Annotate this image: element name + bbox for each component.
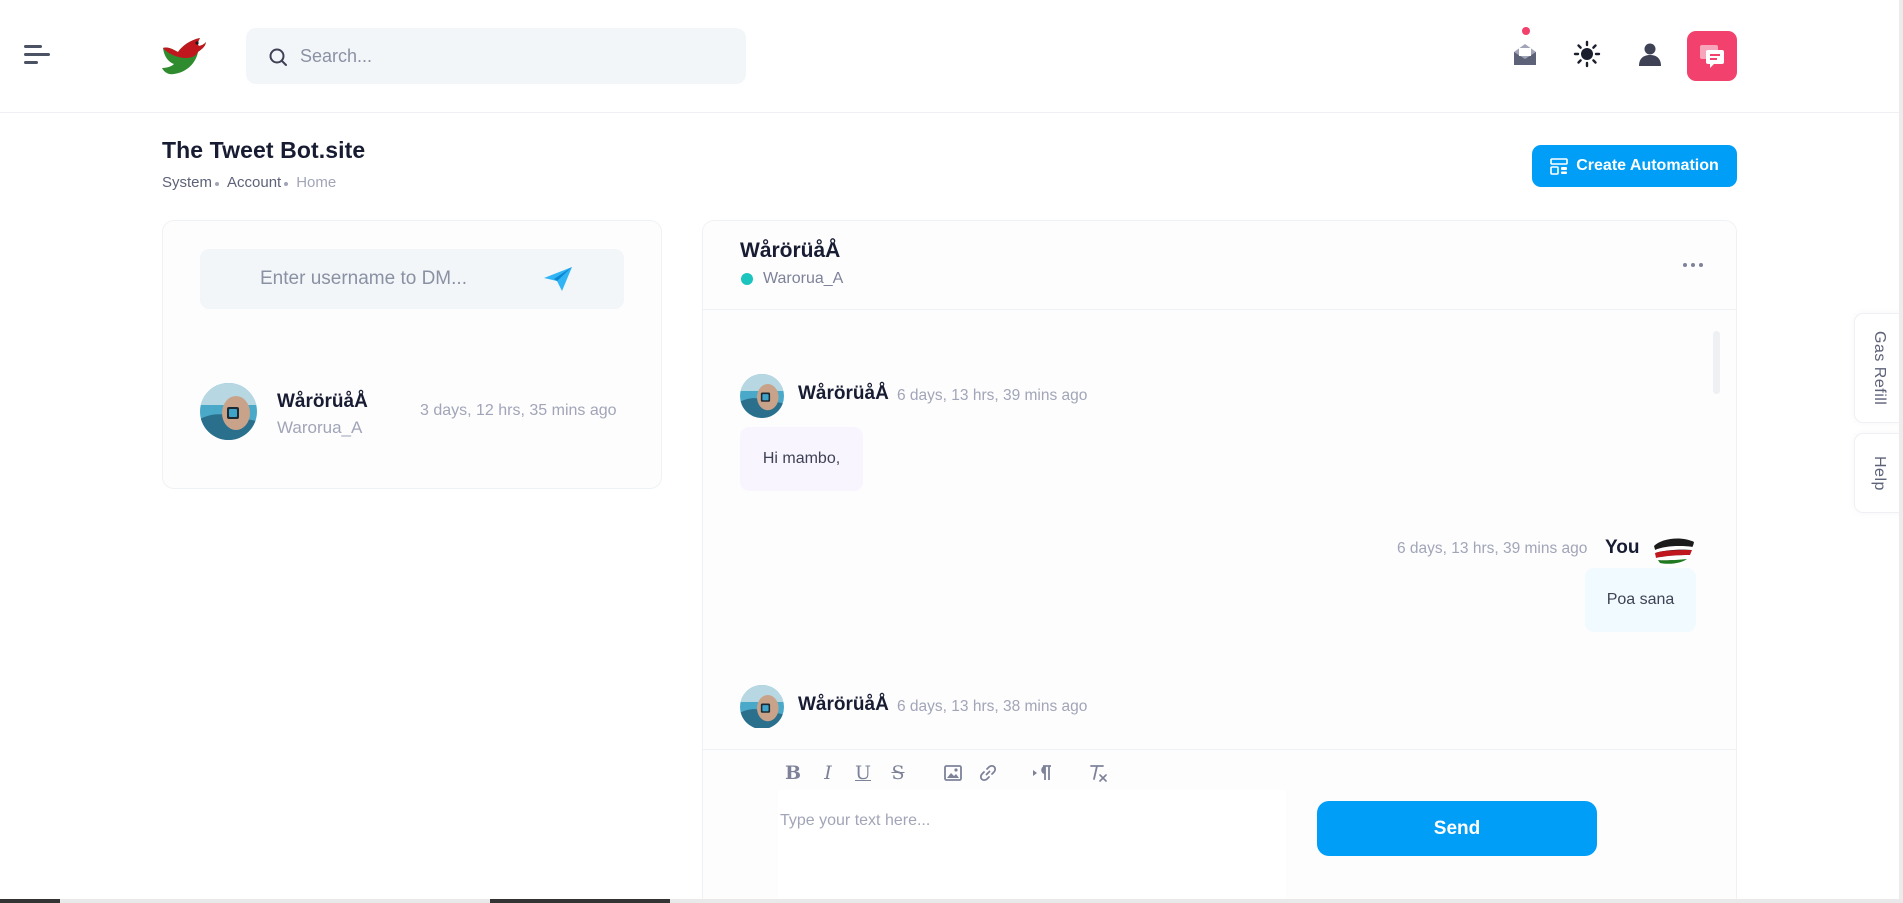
image-icon[interactable] — [942, 762, 964, 784]
page-title: The Tweet Bot.site — [162, 137, 366, 163]
conversation-name: WårörüåÅ — [277, 391, 368, 412]
strikethrough-icon[interactable]: S — [887, 762, 909, 784]
gas-refill-tab[interactable]: Gas Refill — [1854, 313, 1903, 423]
link-icon[interactable] — [977, 762, 999, 784]
breadcrumb-home[interactable]: Home — [296, 174, 336, 191]
message-editor: B I U S Send — [703, 749, 1736, 903]
bold-icon[interactable]: B — [782, 762, 804, 784]
message-sender: WårörüåÅ — [798, 383, 889, 404]
conversations-panel: WårörüåÅ Warorua_A 3 days, 12 hrs, 35 mi… — [162, 220, 662, 489]
send-button[interactable]: Send — [1317, 801, 1597, 856]
message-bubble: Hi mambo, — [740, 427, 863, 491]
avatar — [200, 383, 257, 440]
search-icon — [269, 48, 287, 66]
italic-icon[interactable]: I — [817, 762, 839, 784]
help-label: Help — [1871, 455, 1888, 491]
message-textarea-box — [778, 790, 1286, 903]
breadcrumb-system[interactable]: System — [162, 174, 220, 191]
chat-header: WårörüåÅ Warorua_A — [703, 221, 1736, 310]
breadcrumb: System Account Home — [162, 174, 336, 191]
dm-send-button[interactable] — [536, 261, 580, 297]
underline-icon[interactable]: U — [852, 762, 874, 784]
automation-icon — [1550, 158, 1569, 175]
message-item: 6 days, 13 hrs, 39 mins ago You Poa sana — [740, 537, 1700, 663]
clear-format-icon[interactable] — [1087, 762, 1109, 784]
avatar — [740, 374, 784, 418]
dm-username-input[interactable] — [224, 249, 524, 309]
chat-contact-name: WårörüåÅ — [740, 239, 841, 262]
chat-icon — [1700, 45, 1724, 68]
bottom-scrollbar[interactable] — [0, 899, 1903, 903]
messages-area[interactable]: WårörüåÅ 6 days, 13 hrs, 39 mins ago Hi … — [703, 331, 1736, 728]
message-sender: WårörüåÅ — [798, 694, 889, 715]
message-bubble: Poa sana — [1585, 568, 1696, 632]
message-time: 6 days, 13 hrs, 39 mins ago — [1397, 540, 1588, 557]
chat-contact-handle: Warorua_A — [763, 270, 844, 287]
gas-refill-label: Gas Refill — [1871, 330, 1888, 406]
messages-scrollbar[interactable] — [1713, 331, 1720, 394]
search-box[interactable] — [246, 28, 746, 84]
paragraph-direction-icon[interactable] — [1032, 762, 1054, 784]
message-sender: You — [1605, 537, 1640, 558]
message-item: WårörüåÅ 6 days, 13 hrs, 39 mins ago Hi … — [740, 374, 1700, 494]
conversation-handle: Warorua_A — [277, 418, 363, 437]
page-scrollbar[interactable] — [1899, 0, 1903, 903]
online-status-dot — [741, 273, 753, 285]
menu-icon[interactable] — [24, 45, 50, 67]
inbox-icon[interactable] — [1505, 34, 1545, 74]
message-time: 6 days, 13 hrs, 39 mins ago — [897, 387, 1088, 404]
dm-box — [200, 249, 624, 309]
message-item: WårörüåÅ 6 days, 13 hrs, 38 mins ago — [740, 685, 1700, 728]
avatar — [740, 685, 784, 728]
message-textarea[interactable] — [778, 790, 1286, 903]
user-icon[interactable] — [1630, 34, 1670, 74]
top-header — [0, 0, 1903, 113]
editor-toolbar: B I U S — [782, 760, 1122, 786]
conversation-time: 3 days, 12 hrs, 35 mins ago — [420, 402, 617, 419]
message-time: 6 days, 13 hrs, 38 mins ago — [897, 698, 1088, 715]
breadcrumb-account[interactable]: Account — [227, 174, 289, 191]
avatar — [1652, 532, 1696, 568]
search-input[interactable] — [300, 41, 720, 71]
logo[interactable] — [160, 34, 206, 76]
create-automation-button[interactable]: Create Automation — [1532, 145, 1737, 187]
chat-button[interactable] — [1687, 31, 1737, 81]
more-options-button[interactable] — [1678, 255, 1708, 275]
create-automation-label: Create Automation — [1576, 157, 1719, 174]
paper-plane-icon — [544, 267, 572, 291]
help-tab[interactable]: Help — [1854, 433, 1903, 513]
sun-icon[interactable] — [1567, 34, 1607, 74]
conversation-item[interactable]: WårörüåÅ Warorua_A 3 days, 12 hrs, 35 mi… — [200, 383, 624, 443]
chat-panel: WårörüåÅ Warorua_A WårörüåÅ 6 days, 13 h… — [702, 220, 1737, 903]
